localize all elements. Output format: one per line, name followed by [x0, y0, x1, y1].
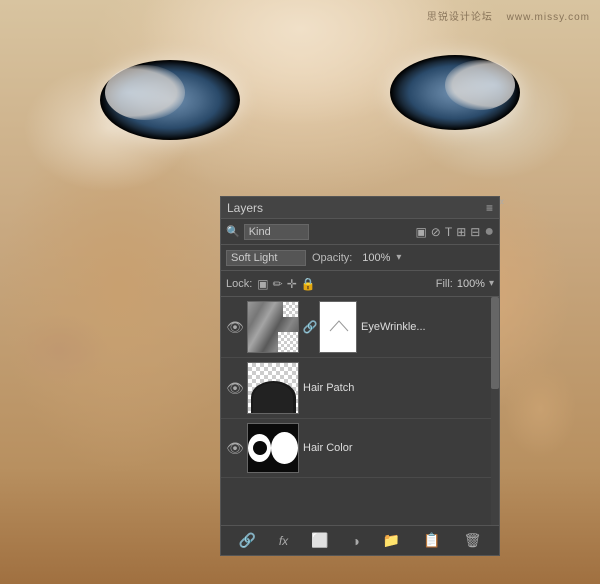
- filter-smart-icon[interactable]: ⊟: [470, 225, 480, 239]
- filter-icons: ▣ ⊘ T ⊞ ⊟ ●: [415, 223, 494, 241]
- fill-value: 100%: [457, 278, 485, 290]
- lock-icons: ▣ ✏ ✛ 🔒: [257, 277, 315, 291]
- new-layer-button[interactable]: 📋: [419, 530, 444, 551]
- blend-mode-dropdown[interactable]: Soft Light Normal Multiply Screen Overla…: [226, 250, 306, 266]
- blend-mode-row: Soft Light Normal Multiply Screen Overla…: [221, 245, 499, 271]
- filter-type-icon[interactable]: T: [445, 225, 452, 239]
- scrollbar-thumb[interactable]: [491, 297, 499, 389]
- lock-position-icon[interactable]: ✛: [287, 277, 297, 291]
- layer-thumbnail: [247, 423, 299, 473]
- panel-bottom-toolbar: 🔗 fx ⬜ ◑ 📁 📋 🗑: [221, 525, 499, 555]
- layer-item[interactable]: 👁 🔗: [221, 297, 499, 358]
- layer-name: Hair Patch: [303, 382, 494, 394]
- lock-transparent-icon[interactable]: ▣: [257, 277, 268, 291]
- mask-svg: [320, 301, 356, 353]
- add-mask-button[interactable]: ⬜: [307, 530, 332, 551]
- lock-image-icon[interactable]: ✏: [273, 277, 283, 291]
- filter-row: 🔍 Kind Name Effect ▣ ⊘ T ⊞ ⊟ ●: [221, 219, 499, 245]
- group-layers-button[interactable]: 📁: [379, 530, 404, 551]
- layer-visibility-toggle[interactable]: 👁: [226, 380, 244, 397]
- layers-list: 👁 🔗: [221, 297, 499, 527]
- kind-dropdown[interactable]: Kind Name Effect: [244, 224, 309, 240]
- panel-menu-icon[interactable]: ≡: [486, 201, 493, 215]
- layer-name: Hair Color: [303, 442, 494, 454]
- layer-chain-link: 🔗: [303, 320, 317, 334]
- opacity-label: Opacity:: [312, 252, 352, 264]
- layer-item[interactable]: 👁 Hair Patch: [221, 358, 499, 419]
- lock-label: Lock:: [226, 278, 252, 290]
- fill-label: Fill:: [436, 278, 453, 290]
- panel-title: Layers: [227, 201, 263, 215]
- filter-shape-icon[interactable]: ⊞: [456, 225, 466, 239]
- layer-thumbnail: [247, 301, 299, 353]
- layers-panel: Layers ≡ 🔍 Kind Name Effect ▣ ⊘ T ⊞ ⊟ ● …: [220, 196, 500, 556]
- lock-row: Lock: ▣ ✏ ✛ 🔒 Fill: 100% ▾: [221, 271, 499, 297]
- layer-visibility-toggle[interactable]: 👁: [226, 440, 244, 457]
- search-icon: 🔍: [226, 225, 240, 238]
- adjustment-layer-button[interactable]: ◑: [348, 531, 364, 551]
- delete-layer-button[interactable]: 🗑: [460, 530, 486, 551]
- layer-name: EyeWrinkle...: [361, 321, 494, 333]
- panel-controls: ≡: [486, 201, 493, 215]
- scrollbar-track[interactable]: [491, 297, 499, 527]
- watermark: 思锐设计论坛 www.missy.com: [427, 8, 590, 23]
- layer-effects-button[interactable]: fx: [275, 532, 292, 550]
- fill-dropdown-arrow[interactable]: ▾: [489, 278, 494, 289]
- filter-adjustment-icon[interactable]: ⊘: [431, 225, 441, 239]
- opacity-dropdown-arrow[interactable]: ▾: [396, 252, 401, 263]
- layer-thumbnail: [247, 362, 299, 414]
- layer-mask-thumbnail: [319, 301, 357, 353]
- lock-all-icon[interactable]: 🔒: [301, 277, 316, 291]
- fill-section: Fill: 100% ▾: [436, 278, 494, 290]
- filter-pixel-icon[interactable]: ▣: [415, 225, 426, 239]
- layer-visibility-toggle[interactable]: 👁: [226, 319, 244, 336]
- link-layers-button[interactable]: 🔗: [234, 530, 259, 551]
- filter-toggle-icon[interactable]: ●: [484, 223, 494, 241]
- layer-item[interactable]: 👁 Hair Color: [221, 419, 499, 478]
- opacity-input[interactable]: [358, 252, 390, 264]
- panel-topbar: Layers ≡: [221, 197, 499, 219]
